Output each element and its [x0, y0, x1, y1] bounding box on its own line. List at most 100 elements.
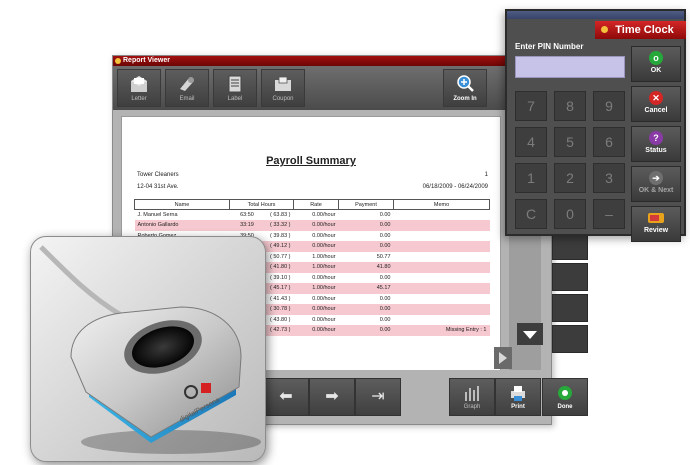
arrow-left-icon: ⬅: [279, 388, 293, 405]
ok-circle-icon: o: [649, 51, 663, 65]
row-payment: 0.00: [379, 295, 391, 302]
question-icon: ?: [649, 131, 663, 145]
letter-icon: [131, 76, 147, 92]
review-card-icon: [648, 213, 664, 223]
row-rate: 0.00/hour: [312, 212, 336, 218]
row-payment: 0.00: [379, 212, 391, 218]
status-button[interactable]: ? Status: [631, 126, 681, 162]
row-hours-decimal: ( 33.32 ): [256, 220, 294, 231]
email-button[interactable]: Email: [165, 69, 209, 107]
key-0[interactable]: 0: [554, 199, 586, 229]
key-4[interactable]: 4: [515, 127, 547, 157]
row-payment: 0.00: [338, 304, 394, 315]
report-toolbar: Letter Email Label Coupon Zoom In: [113, 66, 551, 110]
graph-button[interactable]: Graph: [449, 378, 495, 416]
key-3[interactable]: 3: [593, 163, 625, 193]
key-1[interactable]: 1: [515, 163, 547, 193]
row-memo: [394, 210, 490, 221]
report-title: Payroll Summary: [266, 155, 356, 167]
row-name: J. Manuel Serna: [137, 212, 178, 218]
time-clock-badge: Time Clock: [595, 21, 686, 39]
label-icon: [228, 75, 242, 93]
time-clock-window: Time Clock Enter PIN Number 7 8 9 4 5 6 …: [505, 9, 686, 242]
row-payment: 45.17: [338, 283, 394, 294]
key-5[interactable]: 5: [554, 127, 586, 157]
row-rate: 0.00/hour: [293, 304, 339, 315]
cancel-button[interactable]: ✕ Cancel: [631, 86, 681, 122]
row-payment: 50.77: [376, 253, 391, 260]
col-payment: Payment: [338, 199, 394, 210]
key-2[interactable]: 2: [554, 163, 586, 193]
ok-button[interactable]: o OK: [631, 46, 681, 82]
col-rate: Rate: [293, 199, 339, 210]
pin-input[interactable]: [515, 56, 625, 78]
row-payment: 0.00: [379, 316, 391, 323]
arrow-last-icon: ⇥: [371, 388, 385, 405]
row-memo: [393, 241, 490, 252]
row-memo: [394, 231, 490, 242]
col-total-hours: Total Hours: [229, 199, 294, 210]
key-8[interactable]: 8: [554, 91, 586, 121]
row-rate: 0.00/hour: [312, 232, 336, 239]
coupon-icon: [275, 76, 291, 91]
done-check-icon: [558, 386, 572, 400]
review-button[interactable]: Review: [631, 206, 681, 242]
graph-icon: [465, 386, 479, 401]
page-number: 1: [484, 172, 488, 178]
next-page-button[interactable]: ➡: [309, 378, 355, 416]
row-hours: 63:50: [240, 212, 254, 218]
table-row: J. Manuel Serna 63:50 ( 63.83 ) 0.00/hour 0.…: [135, 210, 490, 221]
key-clear[interactable]: C: [515, 199, 547, 229]
row-payment: 0.00: [379, 232, 391, 239]
scroll-down-button[interactable]: [517, 323, 543, 345]
letter-button[interactable]: Letter: [117, 69, 161, 107]
row-memo: Missing Entry : 1: [393, 325, 490, 336]
time-clock-title: Time Clock: [615, 24, 674, 36]
company-name: Tower Cleaners: [137, 172, 179, 178]
report-viewer-title: Report Viewer: [123, 57, 170, 64]
row-payment: 0.00: [338, 220, 394, 231]
row-memo: [393, 283, 490, 294]
side-cell: [552, 263, 588, 291]
row-name: Antonio Gallardo: [134, 220, 230, 231]
row-rate: 0.00/hour: [312, 295, 336, 302]
label-button[interactable]: Label: [213, 69, 257, 107]
row-memo: [394, 252, 490, 263]
row-payment: 0.00: [338, 241, 394, 252]
key-minus[interactable]: –: [593, 199, 625, 229]
last-page-button[interactable]: ⇥: [355, 378, 401, 416]
arrow-right-icon: ➡: [325, 388, 339, 405]
fingerprint-reader-photo: digitalPersona: [30, 236, 266, 462]
row-memo: [393, 304, 490, 315]
done-button[interactable]: Done: [542, 378, 588, 416]
row-payment: 0.00: [379, 274, 391, 281]
row-hours-decimal: ( 63.83 ): [270, 212, 291, 218]
ok-next-button[interactable]: ➔ OK & Next: [631, 166, 681, 202]
print-button[interactable]: Print: [495, 378, 541, 416]
printer-icon: [511, 386, 525, 401]
row-memo: [393, 262, 490, 273]
col-memo: Memo: [393, 199, 490, 210]
zoom-in-button[interactable]: Zoom In: [443, 69, 487, 107]
row-hours-decimal: ( 39.83 ): [270, 232, 291, 239]
pin-label: Enter PIN Number: [515, 42, 584, 51]
table-row: Antonio Gallardo 33:19( 33.32 ) 0.00/hour 0…: [134, 220, 490, 231]
row-rate: 0.00/hour: [312, 274, 336, 281]
date-range: 06/18/2009 - 06/24/2009: [422, 184, 488, 190]
previous-page-button[interactable]: ⬅: [263, 378, 309, 416]
cancel-x-icon: ✕: [649, 91, 663, 105]
report-viewer-titlebar: Report Viewer: [113, 56, 551, 66]
side-cell: [552, 232, 588, 260]
side-column: [552, 232, 588, 372]
scroll-right-button[interactable]: [494, 347, 512, 369]
row-rate: 0.00/hour: [293, 220, 339, 231]
row-rate: 0.00/hour: [312, 316, 336, 323]
coupon-button[interactable]: Coupon: [261, 69, 305, 107]
arrow-right-circle-icon: ➔: [649, 171, 663, 185]
key-7[interactable]: 7: [515, 91, 547, 121]
row-rate: 1.00/hour: [293, 262, 339, 273]
key-9[interactable]: 9: [593, 91, 625, 121]
company-address: 12-04 31st Ave.: [137, 184, 179, 190]
key-6[interactable]: 6: [593, 127, 625, 157]
row-payment: 41.80: [338, 262, 394, 273]
